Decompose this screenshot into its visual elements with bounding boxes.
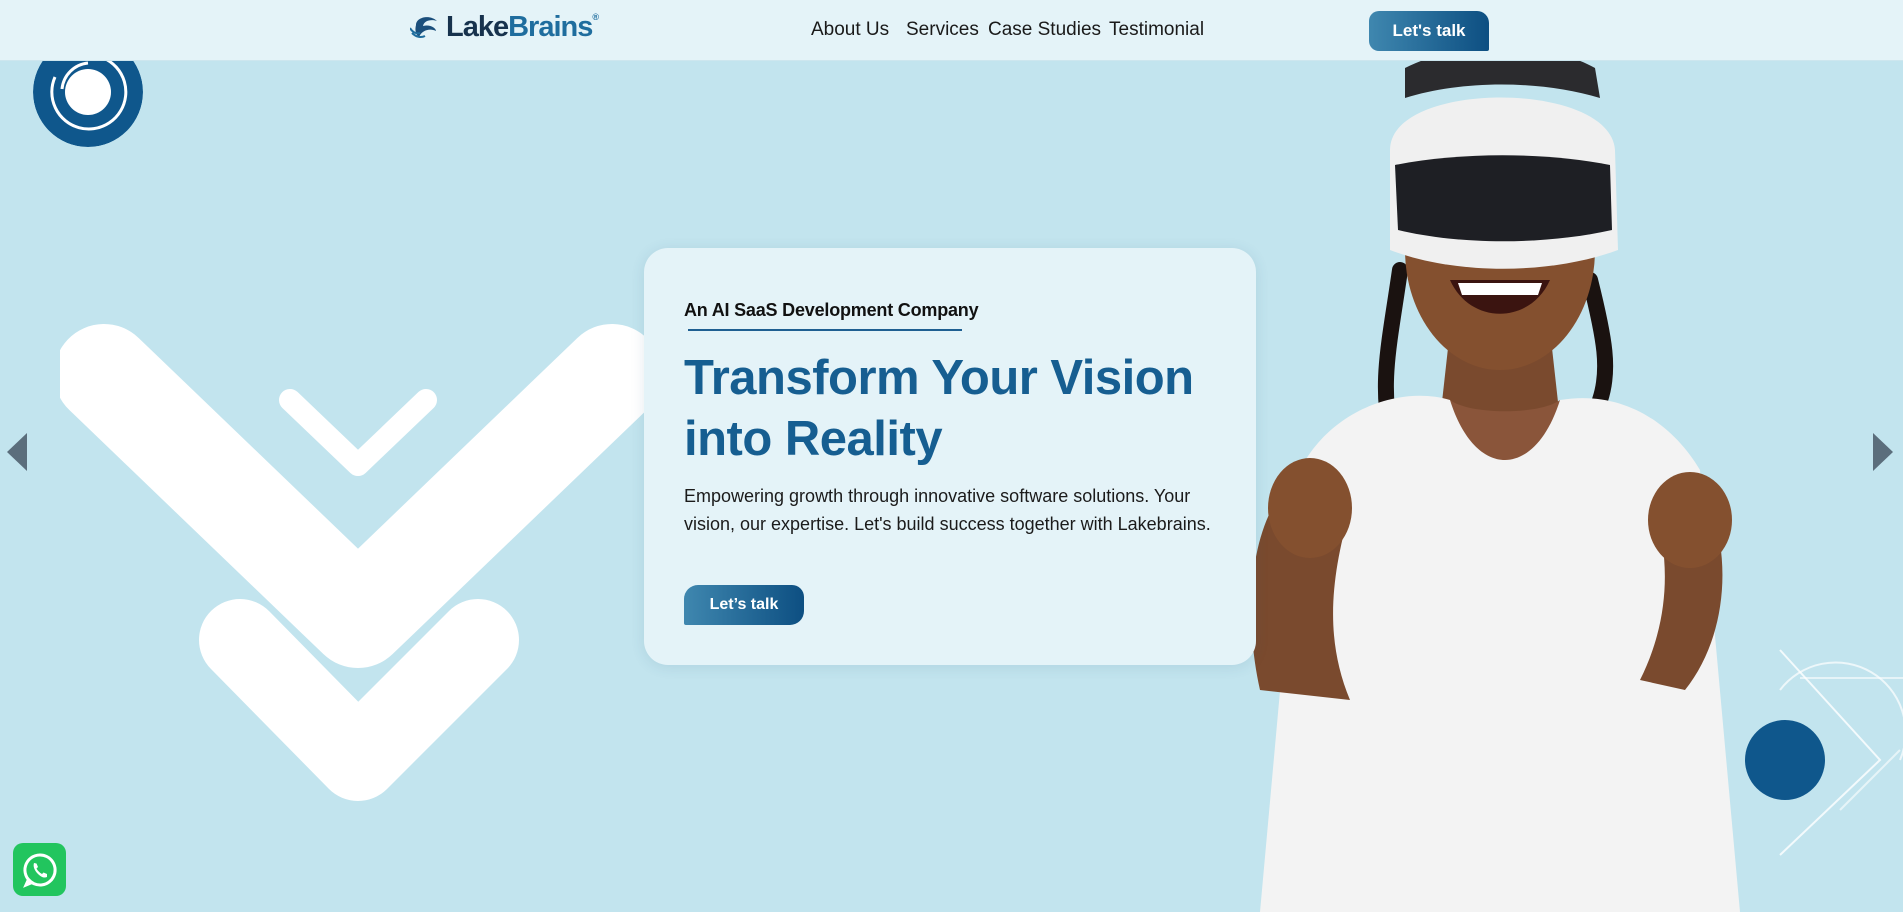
vr-person-illustration — [1251, 47, 1740, 912]
geometric-decoration — [1745, 649, 1903, 856]
top-navbar: LakeBrains® About Us Services Case Studi… — [0, 0, 1903, 61]
chevron-decoration — [60, 324, 660, 801]
brand-wordmark-brains: Brains — [508, 10, 593, 43]
hero-eyebrow: An AI SaaS Development Company — [684, 300, 979, 320]
hero-lets-talk-button[interactable]: Let’s talk — [684, 585, 804, 625]
nav-link-services[interactable]: Services — [906, 19, 979, 41]
whatsapp-icon — [22, 852, 57, 888]
whatsapp-button[interactable] — [13, 843, 66, 896]
chevron-left-icon[interactable] — [6, 431, 28, 473]
wave-logo-icon — [410, 17, 437, 38]
hero-subtext: Empowering growth through innovative sof… — [684, 486, 1211, 534]
nav-lets-talk-button[interactable]: Let's talk — [1369, 11, 1489, 51]
chevron-right-icon[interactable] — [1872, 431, 1894, 473]
brand-wordmark: LakeBrains® — [446, 10, 599, 43]
hero-headline: Transform Your Vision into Reality — [684, 351, 1194, 466]
hero-card: An AI SaaS Development Company Transform… — [644, 248, 1256, 665]
registered-mark: ® — [592, 11, 599, 22]
brand-wordmark-lake: Lake — [446, 10, 509, 43]
nav-link-case-studies[interactable]: Case Studies — [988, 19, 1101, 41]
brand-logo[interactable]: LakeBrains® — [410, 10, 599, 43]
nav-link-about-us[interactable]: About Us — [811, 19, 889, 41]
nav-link-testimonial[interactable]: Testimonial — [1109, 19, 1204, 41]
eyebrow-underline — [688, 329, 962, 331]
